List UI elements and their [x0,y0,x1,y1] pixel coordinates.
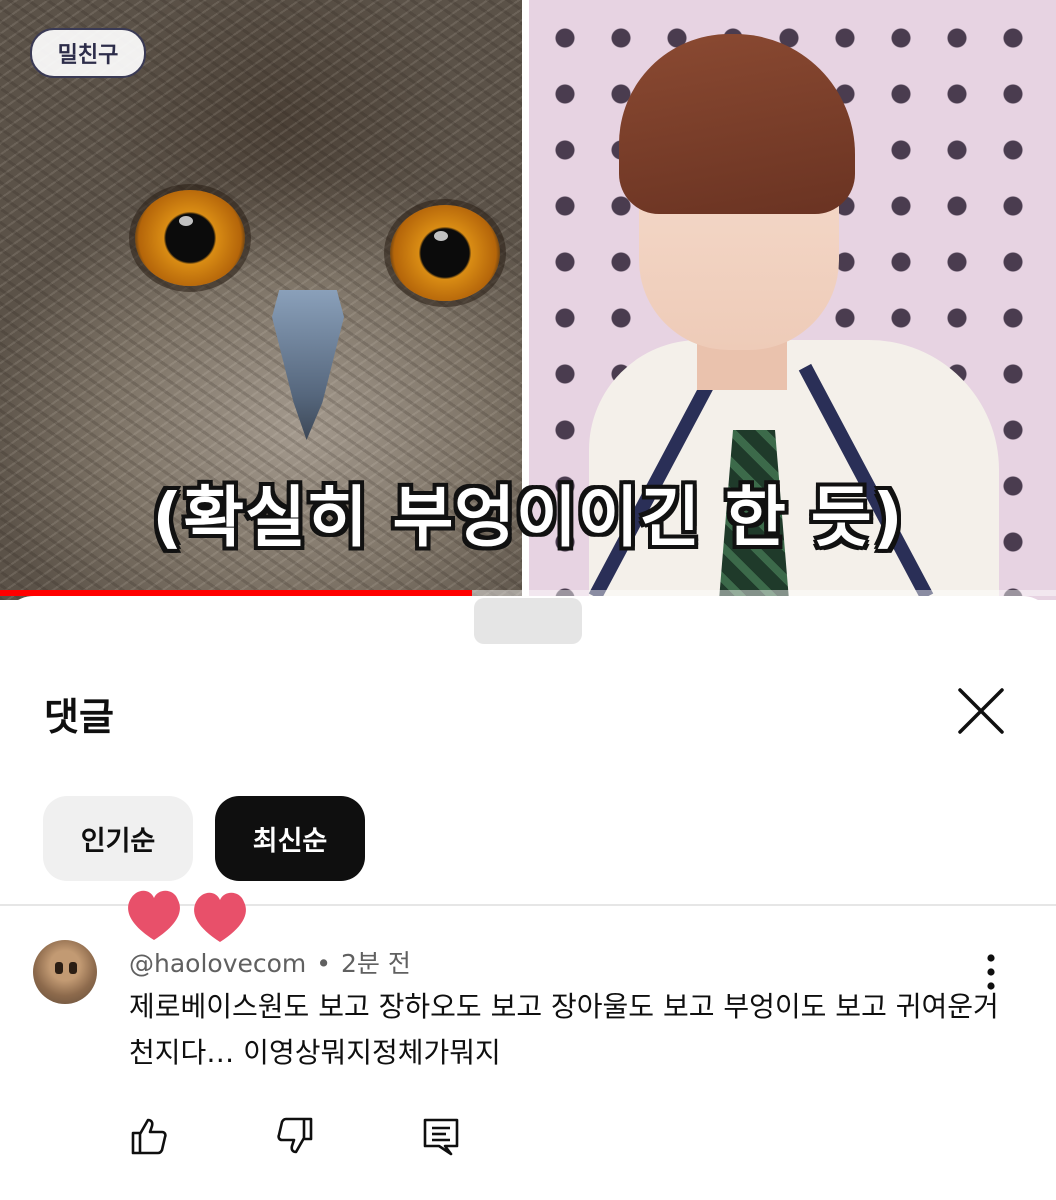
reply-icon[interactable] [421,1116,461,1156]
owl-eye-left [135,190,245,286]
heart-icon [128,890,246,942]
avatar[interactable] [33,940,97,1004]
sort-chips: 인기순 최신순 [43,796,365,881]
thumbs-up-icon[interactable] [129,1116,169,1156]
comment-time: 2분 전 [341,949,411,978]
comment-author[interactable]: @haolovecom [129,949,306,978]
video-player[interactable]: 밀친구 (확실히 부엉이이긴 한 듯) [0,0,1056,600]
drag-handle[interactable] [474,598,582,644]
comment-text: 제로베이스원도 보고 장하오도 보고 장아울도 보고 부엉이도 보고 귀여운거 … [129,990,999,1069]
show-logo: 밀친구 [30,28,146,78]
meta-separator: • [316,949,332,978]
comment-actions [129,1116,567,1156]
sort-chip-top[interactable]: 인기순 [43,796,193,881]
sort-chip-newest[interactable]: 최신순 [215,796,365,881]
owl-eye-right [390,205,500,301]
comment-item: @haolovecom • 2분 전 제로베이스원도 보고 장하오도 보고 장아울도… [0,936,1056,1196]
close-button[interactable] [948,678,1014,744]
comments-title: 댓글 [44,695,114,739]
close-icon [958,688,1004,734]
comments-sheet: 댓글 인기순 최신순 @haolovecom • 2분 전 제로베이스원도 보고 장… [0,596,1056,1200]
comment-meta: @haolovecom • 2분 전 [129,944,411,980]
thumbs-down-icon[interactable] [275,1116,315,1156]
video-subtitle: (확실히 부엉이이긴 한 듯) [152,479,904,556]
